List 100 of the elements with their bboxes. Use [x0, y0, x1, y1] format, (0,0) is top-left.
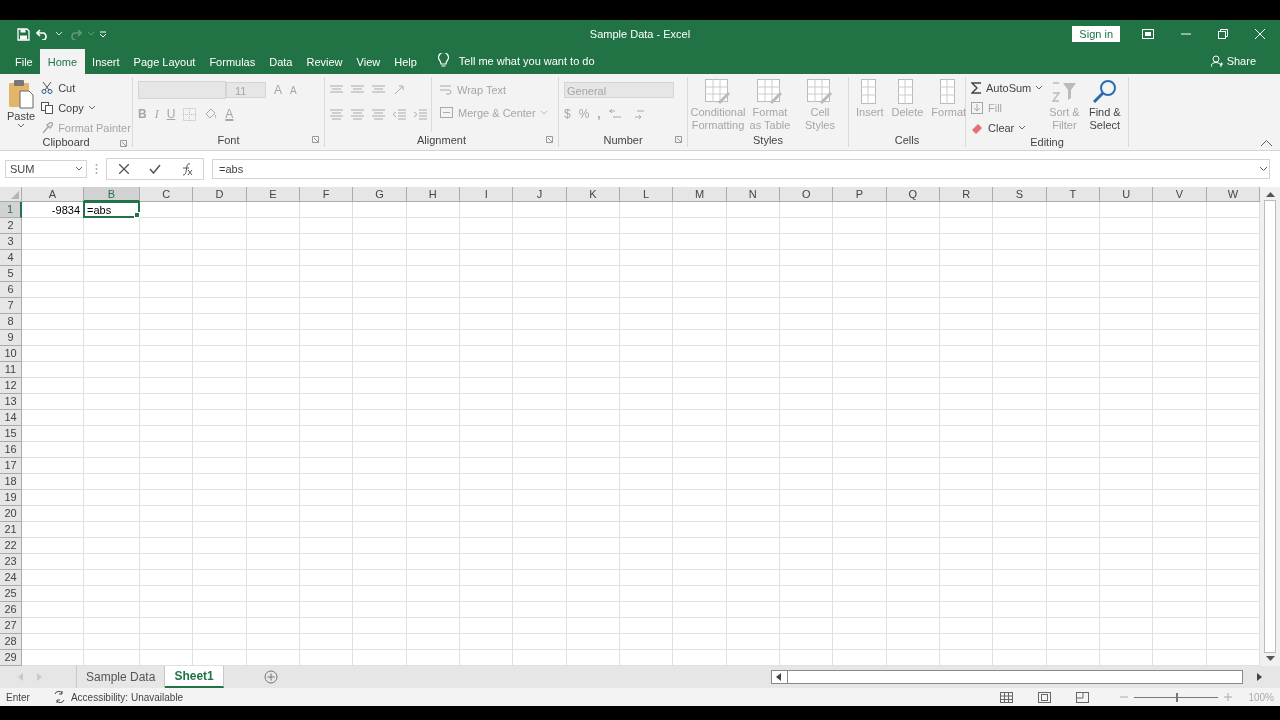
ribbon-tab[interactable]: File — [8, 50, 40, 74]
row-header[interactable]: 25 — [0, 586, 22, 602]
ribbon-tab[interactable]: Review — [299, 50, 350, 74]
row-header[interactable]: 18 — [0, 474, 22, 490]
column-header[interactable]: K — [566, 187, 620, 202]
row-header[interactable]: 17 — [0, 458, 22, 474]
redo-icon[interactable] — [68, 28, 82, 40]
row-header[interactable]: 28 — [0, 634, 22, 650]
page-layout-icon[interactable] — [1038, 691, 1052, 703]
row-header[interactable]: 7 — [0, 298, 22, 314]
accessibility-status[interactable]: Accessibility: Unavailable — [70, 691, 184, 703]
zoom-out-icon[interactable] — [1120, 693, 1129, 701]
column-header[interactable]: W — [1206, 187, 1260, 202]
undo-icon[interactable] — [36, 28, 50, 40]
ribbon-tab[interactable]: View — [349, 50, 388, 74]
horizontal-scrollbar[interactable] — [771, 670, 1243, 684]
cancel-icon[interactable] — [119, 164, 129, 174]
column-header[interactable]: U — [1100, 187, 1154, 202]
select-all-corner[interactable] — [0, 187, 22, 202]
sign-in-button[interactable]: Sign in — [1072, 26, 1120, 42]
column-header[interactable]: T — [1046, 187, 1100, 202]
row-header[interactable]: 14 — [0, 410, 22, 426]
ribbon-tab[interactable]: Home — [39, 49, 86, 74]
accessibility-icon[interactable] — [52, 691, 66, 703]
row-header[interactable]: 20 — [0, 506, 22, 522]
column-header[interactable]: G — [353, 187, 407, 202]
ribbon-tab[interactable]: Help — [387, 50, 424, 74]
row-header[interactable]: 15 — [0, 426, 22, 442]
column-header[interactable]: V — [1153, 187, 1207, 202]
row-header[interactable]: 2 — [0, 218, 22, 234]
column-header[interactable]: O — [780, 187, 834, 202]
column-header[interactable]: H — [406, 187, 460, 202]
scroll-down-icon[interactable] — [1265, 656, 1275, 662]
launcher-icon[interactable] — [120, 140, 127, 147]
column-header[interactable]: E — [246, 187, 300, 202]
ribbon-tab[interactable]: Formulas — [202, 50, 263, 74]
ribbon-tab[interactable]: Insert — [85, 50, 127, 74]
enter-check-icon[interactable] — [149, 164, 161, 174]
row-header[interactable]: 16 — [0, 442, 22, 458]
column-header[interactable]: D — [193, 187, 247, 202]
row-header[interactable]: 5 — [0, 266, 22, 282]
row-header[interactable]: 27 — [0, 618, 22, 634]
row-header[interactable]: 11 — [0, 362, 22, 378]
customize-icon[interactable] — [100, 31, 106, 37]
copy-button[interactable]: Copy — [41, 99, 131, 116]
vertical-scrollbar[interactable] — [1260, 187, 1280, 666]
row-header[interactable]: 29 — [0, 650, 22, 666]
scroll-right-icon[interactable] — [1257, 673, 1262, 681]
row-header[interactable]: 6 — [0, 282, 22, 298]
zoom-in-icon[interactable] — [1224, 693, 1233, 701]
column-header[interactable]: C — [140, 187, 194, 202]
autosum-button[interactable]: AutoSum — [971, 79, 1043, 96]
save-icon[interactable] — [17, 27, 30, 41]
row-header[interactable]: 9 — [0, 330, 22, 346]
insert-function-icon[interactable] — [181, 162, 193, 176]
cut-button[interactable]: Cut — [41, 79, 131, 96]
find-select-button[interactable]: Find & Select — [1086, 77, 1123, 136]
column-header[interactable]: R — [940, 187, 994, 202]
row-header[interactable]: 23 — [0, 554, 22, 570]
column-header[interactable]: P — [833, 187, 887, 202]
row-header[interactable]: 12 — [0, 378, 22, 394]
row-header[interactable]: 19 — [0, 490, 22, 506]
tell-me-search[interactable]: Tell me what you want to do — [458, 55, 595, 67]
clear-button[interactable]: Clear — [971, 119, 1043, 136]
page-break-icon[interactable] — [1076, 691, 1090, 703]
column-header[interactable]: M — [673, 187, 727, 202]
ribbon-tab[interactable]: Data — [262, 50, 300, 74]
row-header[interactable]: 10 — [0, 346, 22, 362]
column-header[interactable]: I — [460, 187, 514, 202]
restore-icon[interactable] — [1218, 29, 1228, 39]
close-icon[interactable] — [1255, 29, 1265, 39]
column-header[interactable]: Q — [886, 187, 940, 202]
previous-sheet-icon[interactable] — [18, 673, 23, 681]
fill-handle[interactable] — [134, 212, 140, 218]
row-header[interactable]: 22 — [0, 538, 22, 554]
row-header[interactable]: 26 — [0, 602, 22, 618]
table-cell[interactable]: -9834 — [21, 201, 84, 218]
column-header[interactable]: F — [300, 187, 354, 202]
row-header[interactable]: 1 — [0, 202, 22, 218]
add-sheet-icon[interactable] — [263, 670, 278, 684]
paste-button[interactable]: Paste — [5, 77, 38, 136]
ribbon-display-icon[interactable] — [1142, 29, 1154, 39]
table-cell[interactable]: =abs — [83, 201, 140, 218]
expand-icon[interactable] — [1260, 167, 1267, 171]
row-header[interactable]: 3 — [0, 234, 22, 250]
formula-field[interactable]: =abs — [212, 159, 1270, 179]
column-header[interactable]: N — [726, 187, 780, 202]
next-sheet-icon[interactable] — [37, 673, 42, 681]
row-header[interactable]: 13 — [0, 394, 22, 410]
scroll-up-icon[interactable] — [1265, 191, 1275, 197]
normal-view-icon[interactable] — [1000, 691, 1014, 703]
row-header[interactable]: 21 — [0, 522, 22, 538]
sheet-tab[interactable]: Sheet1 — [165, 666, 224, 688]
collapse-ribbon-icon[interactable] — [1261, 140, 1272, 146]
row-header[interactable]: 4 — [0, 250, 22, 266]
lightbulb-icon[interactable] — [437, 53, 449, 68]
column-header[interactable]: S — [993, 187, 1047, 202]
share-button[interactable]: Share — [1204, 54, 1262, 68]
row-header[interactable]: 8 — [0, 314, 22, 330]
scroll-left-icon[interactable] — [776, 673, 781, 681]
